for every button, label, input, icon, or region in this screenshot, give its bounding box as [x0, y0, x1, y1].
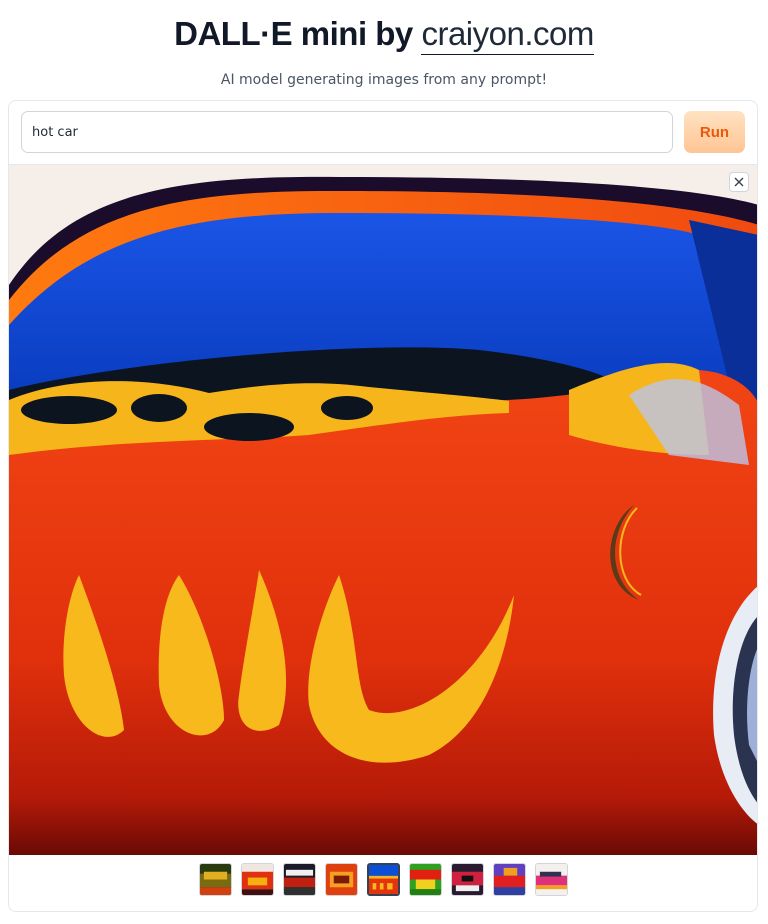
close-image-button[interactable]: [729, 172, 749, 192]
thumbnail[interactable]: [282, 863, 316, 896]
thumbnail[interactable]: [492, 863, 526, 896]
brand-link[interactable]: craiyon.com: [421, 15, 594, 55]
thumb-car-icon-3: [283, 864, 315, 895]
thumb-car-icon-8: [493, 864, 525, 895]
page-title: DALL·E mini by craiyon.com: [0, 12, 768, 58]
thumbnail[interactable]: [324, 863, 358, 896]
thumb-car-icon-5: [368, 865, 398, 894]
thumbnail[interactable]: [240, 863, 274, 896]
thumbnail[interactable]: [450, 863, 484, 896]
thumb-car-icon-4: [325, 864, 357, 895]
generated-image: [9, 165, 757, 855]
subtitle: AI model generating images from any prom…: [220, 72, 548, 88]
thumbnail-strip: [9, 863, 757, 903]
thumb-car-icon-7: [451, 864, 483, 895]
thumbnail-selected[interactable]: [366, 863, 400, 896]
thumbnail[interactable]: [198, 863, 232, 896]
thumbnail[interactable]: [534, 863, 568, 896]
run-button[interactable]: Run: [684, 111, 745, 153]
thumb-car-icon-6: [409, 864, 441, 895]
title-text: DALL·E mini by: [174, 15, 413, 52]
generator-panel: Run: [8, 100, 758, 912]
prompt-row: Run: [21, 111, 745, 155]
header: DALL·E mini by craiyon.com AI model gene…: [0, 0, 768, 88]
thumb-car-icon-9: [535, 864, 567, 895]
prompt-input[interactable]: [21, 111, 673, 153]
close-icon: [734, 177, 744, 187]
thumb-car-icon-1: [199, 864, 231, 895]
thumbnail[interactable]: [408, 863, 442, 896]
thumb-car-icon-2: [241, 864, 273, 895]
